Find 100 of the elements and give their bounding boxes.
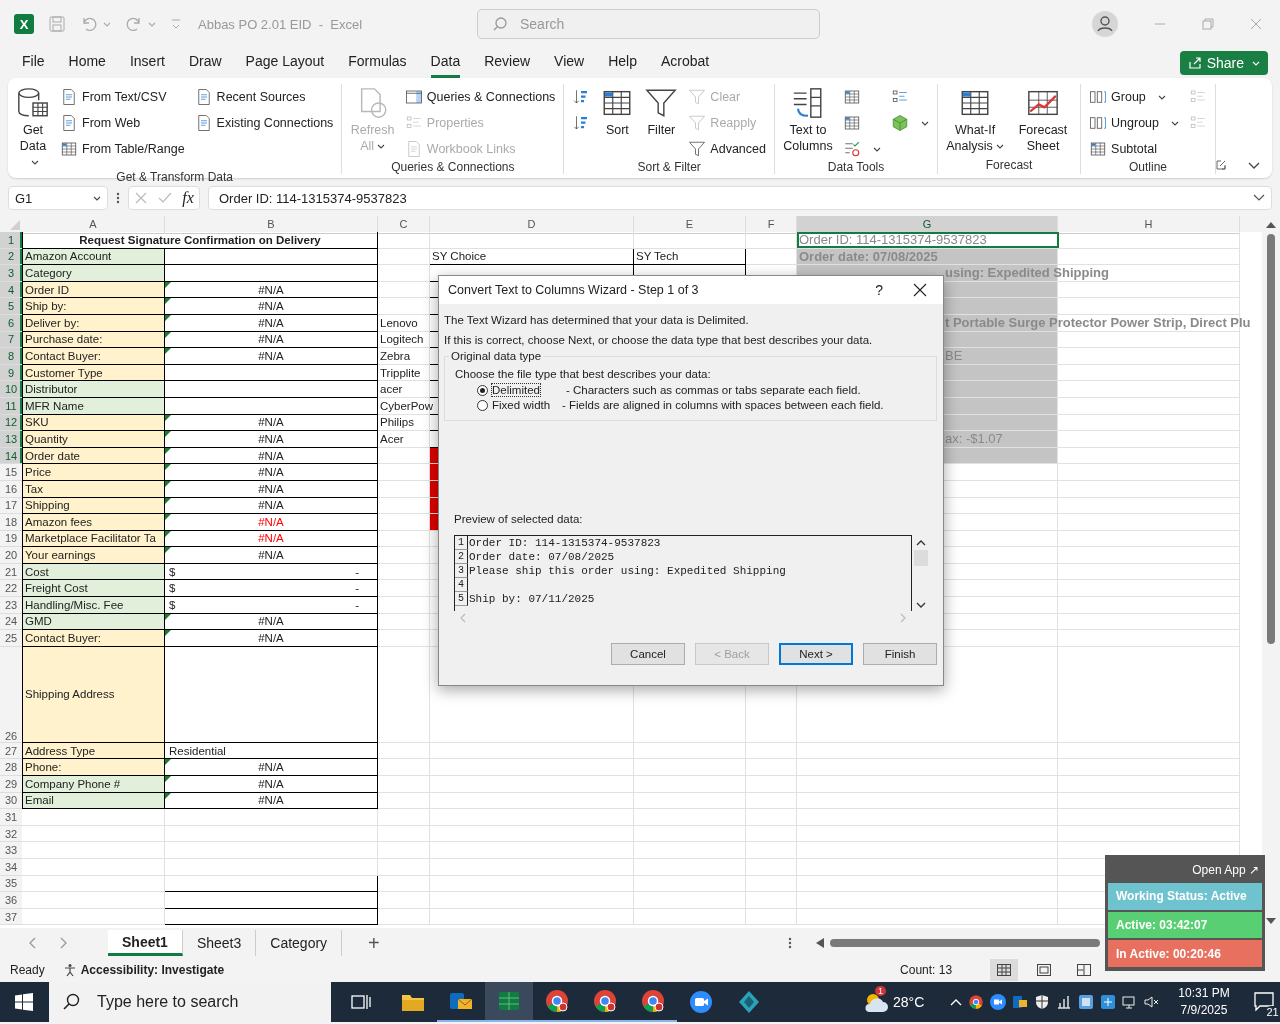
ribbon-button[interactable]: Get Data <box>16 84 50 170</box>
preview-line: Order date: 07/08/2025 <box>468 550 615 564</box>
row-number[interactable]: 26 <box>0 646 22 743</box>
column-header[interactable]: G <box>797 216 1058 234</box>
menu-tab[interactable]: File <box>22 48 45 78</box>
row-number[interactable]: 36 <box>0 892 22 909</box>
ribbon-button[interactable]: Sort <box>600 84 635 160</box>
row-number[interactable]: 34 <box>0 859 22 876</box>
cell-text: Philips <box>379 416 415 429</box>
date-text: 7/9/2025 <box>1180 1002 1228 1019</box>
column-header[interactable]: C <box>378 216 430 234</box>
group-title: Original data type <box>450 350 543 362</box>
group-label: Forecast <box>984 158 1034 174</box>
menu-tab[interactable]: Insert <box>129 48 165 78</box>
row-number[interactable]: 18 <box>0 514 22 531</box>
cell-text: #N/A <box>257 615 285 628</box>
ribbon-button[interactable]: Text to Columns <box>782 84 834 160</box>
search-field[interactable]: Search <box>477 9 820 39</box>
search-input[interactable]: Search <box>518 15 722 33</box>
menu-tab[interactable]: View <box>554 48 585 78</box>
preview-title: Preview of selected data: <box>454 513 584 525</box>
cell-text: #N/A <box>257 499 285 512</box>
row-number[interactable]: 5 <box>0 298 22 315</box>
insert-function-button[interactable]: fx <box>182 189 194 207</box>
cell-text: #N/A <box>257 549 285 562</box>
group-label: Queries & Connections <box>390 160 516 174</box>
ribbon-button[interactable]: What-If Analysis <box>946 84 1005 158</box>
column-header[interactable]: H <box>1058 216 1240 234</box>
cell-text: Price <box>24 466 53 479</box>
row-number[interactable]: 28 <box>0 759 22 777</box>
cell-text: Contact Buyer: <box>24 349 103 362</box>
menu-tab[interactable]: Review <box>484 48 531 78</box>
sheet-tab[interactable]: Sheet3 <box>182 930 257 956</box>
ribbon-button[interactable]: Ungroup <box>1089 112 1179 134</box>
column-header[interactable]: A <box>22 216 165 234</box>
row-number[interactable]: 8 <box>0 348 22 365</box>
dialog-button[interactable]: Finish <box>863 643 937 665</box>
menu-tab[interactable]: Page Layout <box>245 48 325 78</box>
ribbon-button[interactable]: Forecast Sheet <box>1014 84 1073 158</box>
menu-tab[interactable]: Home <box>68 48 106 78</box>
dialog-button[interactable]: Next > <box>779 643 853 665</box>
row-number[interactable]: 1 <box>0 232 22 249</box>
cell-text: Order ID <box>24 283 71 296</box>
accessibility-button[interactable]: Accessibility: Investigate <box>62 963 225 977</box>
cell-text: #N/A <box>257 532 285 545</box>
notification-count: 21 <box>1265 1006 1280 1018</box>
search-input[interactable]: Type here to search <box>95 992 319 1012</box>
option-label[interactable]: Delimited <box>492 384 540 396</box>
row-number[interactable]: 22 <box>0 580 22 598</box>
ribbon-button[interactable]: Filter <box>644 84 679 160</box>
group-label: Get & Transform Data <box>115 170 235 184</box>
ribbon-button[interactable]: Existing Connections <box>194 112 334 134</box>
sheet-tab[interactable]: Category <box>256 930 343 956</box>
ribbon-button[interactable]: Recent Sources <box>194 86 334 108</box>
column-header[interactable]: E <box>634 216 746 234</box>
cell-text: Logitech <box>379 333 425 346</box>
cell-text: Cost <box>24 565 50 578</box>
menu-tab[interactable]: Help <box>608 48 637 78</box>
row-number[interactable]: 33 <box>0 842 22 859</box>
share-button[interactable]: Share <box>1179 51 1268 75</box>
taskbar-search-field[interactable]: Type here to search <box>49 982 331 1022</box>
add-sheet-button[interactable]: + <box>368 931 380 955</box>
ribbon-button[interactable]: Advanced <box>688 138 766 160</box>
ribbon-button[interactable]: Group <box>1089 86 1179 108</box>
ribbon-button[interactable]: From Web <box>60 112 185 134</box>
row-number[interactable]: 23 <box>0 597 22 614</box>
ribbon-button[interactable]: From Text/CSV <box>60 86 185 108</box>
menu-tab[interactable]: Formulas <box>348 48 407 78</box>
ribbon-button[interactable]: From Table/Range <box>60 138 185 160</box>
ribbon-button[interactable]: Queries & Connections <box>404 86 556 108</box>
row-number[interactable]: 31 <box>0 809 22 826</box>
option-label[interactable]: Fixed width <box>492 399 558 411</box>
cell-text: SKU <box>24 416 50 429</box>
cell-text: Ship by: <box>24 300 68 313</box>
cell-text: Handling/Misc. Fee <box>24 598 125 611</box>
row-number[interactable]: 20 <box>0 547 22 564</box>
row-number[interactable]: 25 <box>0 630 22 647</box>
menu-tab[interactable]: Draw <box>188 48 222 78</box>
dialog-title: Convert Text to Columns Wizard - Step 1 of 3 <box>448 283 699 297</box>
dialog-button[interactable]: Cancel <box>611 643 685 665</box>
sheet-tab[interactable]: Sheet1 <box>108 930 183 956</box>
cell-text: SY Choice <box>431 250 488 263</box>
row-number[interactable]: 3 <box>0 265 22 282</box>
cell-text: Phone: <box>24 761 63 774</box>
formula-field[interactable]: Order ID: 114-1315374-9537823 <box>208 186 1272 210</box>
open-app-link[interactable]: Open App ↗ <box>1192 859 1259 881</box>
cell-text: #N/A <box>257 449 285 462</box>
row-number[interactable]: 29 <box>0 776 22 793</box>
cell-text: #N/A <box>257 761 285 774</box>
column-header[interactable]: D <box>430 216 634 234</box>
help-button[interactable]: ? <box>875 282 883 298</box>
column-header[interactable]: B <box>165 216 378 234</box>
row-number[interactable]: 13 <box>0 431 22 448</box>
menu-tab[interactable]: Acrobat <box>660 48 710 78</box>
name-box[interactable]: G1 <box>8 186 108 210</box>
cell-text: #N/A <box>257 300 285 313</box>
row-number[interactable]: 10 <box>0 381 22 398</box>
ribbon-button[interactable]: Subtotal <box>1089 138 1179 160</box>
row-number[interactable]: 15 <box>0 464 22 481</box>
clock[interactable]: 10:31 PM 7/9/2025 <box>1178 985 1230 1019</box>
